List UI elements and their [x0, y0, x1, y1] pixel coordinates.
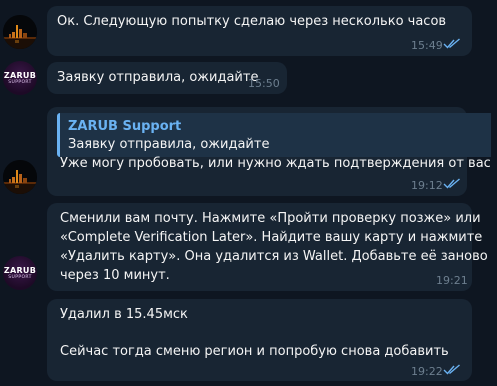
user-avatar[interactable] — [3, 160, 37, 194]
message-bubble[interactable]: Удалил в 15.45мск Сейчас тогда сменю рег… — [47, 299, 472, 381]
message-text: Заявку отправила, ожидайте — [57, 70, 259, 85]
double-check-icon — [443, 178, 460, 189]
message-line: Удалил в 15.45мск — [60, 307, 188, 322]
message-line: Сменили вам почту. Нажмите «Пройти прове… — [60, 211, 481, 226]
message-time: 15:50 — [248, 77, 280, 90]
zarub-sub: SUPPORT — [8, 79, 32, 85]
reply-author: ZARUB Support — [68, 119, 182, 134]
message-bubble[interactable]: Сменили вам почту. Нажмите «Пройти прове… — [47, 203, 488, 291]
night-city-icon — [3, 15, 37, 49]
double-check-icon — [443, 38, 460, 49]
night-city-icon — [3, 160, 37, 194]
message-time: 15:49 — [411, 39, 443, 52]
message-time: 19:12 — [411, 179, 443, 192]
zarub-sub: SUPPORT — [8, 274, 32, 280]
reply-text: Заявку отправила, ожидайте — [68, 137, 270, 152]
zarub-logo: ZARUB — [3, 70, 37, 80]
support-avatar[interactable]: ZARUB SUPPORT — [3, 256, 37, 290]
zarub-logo: ZARUB — [3, 265, 37, 275]
scrollbar-track[interactable] — [491, 0, 497, 386]
support-avatar[interactable]: ZARUB SUPPORT — [3, 61, 37, 95]
message-line: через 10 минут. — [60, 268, 170, 283]
double-check-icon — [443, 364, 460, 375]
message-line: «Удалить карту». Она удалится из Wallet.… — [60, 249, 488, 264]
message-text: Ок. Следующую попытку сделаю через неско… — [57, 14, 447, 29]
message-text: Уже могу пробовать, или нужно ждать подт… — [60, 156, 497, 171]
reply-quote[interactable]: ZARUB Support Заявку отправила, ожидайте — [57, 113, 497, 157]
message-bubble[interactable]: Ок. Следующую попытку сделаю через неско… — [47, 6, 472, 56]
message-time: 19:21 — [436, 274, 468, 287]
message-line: «Complete Verification Later». Найдите в… — [60, 230, 483, 245]
user-avatar[interactable] — [3, 15, 37, 49]
message-bubble[interactable]: Заявку отправила, ожидайте 15:50 — [47, 62, 287, 94]
message-time: 19:22 — [411, 365, 443, 378]
message-line: Сейчас тогда сменю регион и попробую сно… — [60, 344, 449, 359]
message-bubble[interactable]: ZARUB Support Заявку отправила, ожидайте… — [47, 107, 497, 196]
